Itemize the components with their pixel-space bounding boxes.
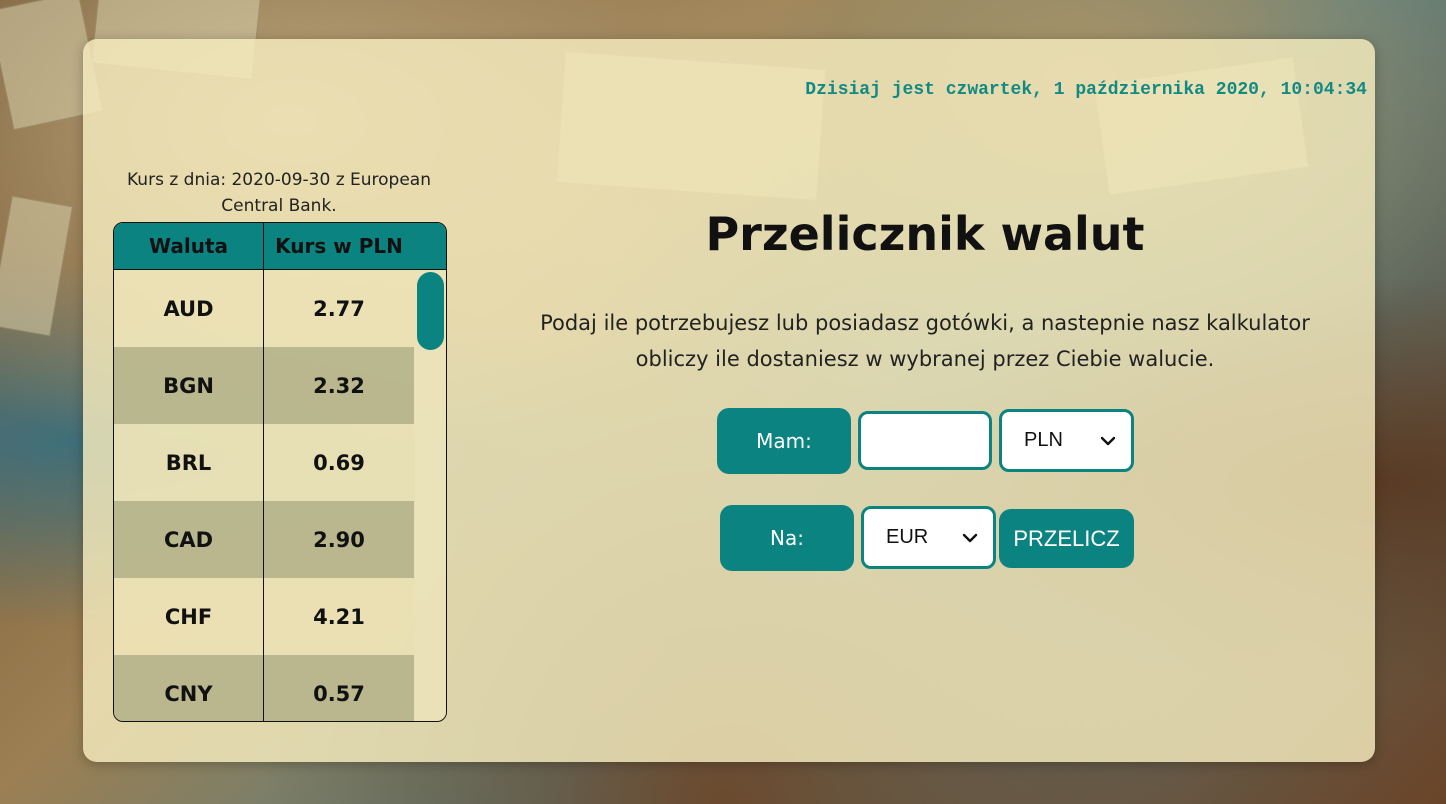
currency-rate: 4.21 <box>313 604 365 629</box>
table-row: CHF 4.21 <box>114 578 414 655</box>
page-title: Przelicznik walut <box>705 207 1145 261</box>
exchange-rate-table: Waluta Kurs w PLN AUD 2.77 BGN 2.32 BRL … <box>113 222 447 722</box>
column-header-currency: Waluta <box>114 223 264 269</box>
currency-code: AUD <box>114 270 264 347</box>
scrollbar-thumb[interactable] <box>417 272 444 350</box>
table-row: CNY 0.57 <box>114 655 414 721</box>
converter-description: Podaj ile potrzebujesz lub posiadasz got… <box>540 311 1310 371</box>
table-body[interactable]: AUD 2.77 BGN 2.32 BRL 0.69 CAD 2.90 CHF … <box>114 270 446 721</box>
table-scrollbar[interactable] <box>415 270 446 721</box>
table-header: Waluta Kurs w PLN <box>114 223 446 270</box>
current-datetime: Dzisiaj jest czwartek, 1 października 20… <box>805 80 1367 100</box>
to-currency-value: EUR <box>886 526 929 548</box>
table-row: BGN 2.32 <box>114 347 414 424</box>
currency-rate: 2.77 <box>313 296 365 321</box>
chevron-down-icon <box>1100 436 1116 445</box>
table-row: BRL 0.69 <box>114 424 414 501</box>
from-currency-value: PLN <box>1024 429 1063 451</box>
currency-code: CAD <box>114 501 264 578</box>
rate-caption: Kurs z dnia: 2020-09-30 z European Centr… <box>127 170 431 216</box>
amount-input[interactable] <box>858 411 992 470</box>
currency-rate: 0.57 <box>313 681 365 706</box>
currency-rate: 0.69 <box>313 450 365 475</box>
from-currency-select[interactable]: PLN <box>999 409 1134 472</box>
have-label: Mam: <box>717 408 851 474</box>
chevron-down-icon <box>962 533 978 542</box>
background-note <box>0 195 73 337</box>
currency-code: BGN <box>114 347 264 424</box>
currency-code: BRL <box>114 424 264 501</box>
to-currency-select[interactable]: EUR <box>861 506 996 569</box>
currency-code: CNY <box>114 655 264 721</box>
table-row: CAD 2.90 <box>114 501 414 578</box>
convert-button[interactable]: PRZELICZ <box>999 509 1134 568</box>
currency-rate: 2.90 <box>313 527 365 552</box>
column-header-rate: Kurs w PLN <box>275 234 403 258</box>
currency-rate: 2.32 <box>313 373 365 398</box>
converter-panel: Dzisiaj jest czwartek, 1 października 20… <box>83 39 1375 762</box>
currency-code: CHF <box>114 578 264 655</box>
to-label: Na: <box>720 505 854 571</box>
table-row: AUD 2.77 <box>114 270 414 347</box>
